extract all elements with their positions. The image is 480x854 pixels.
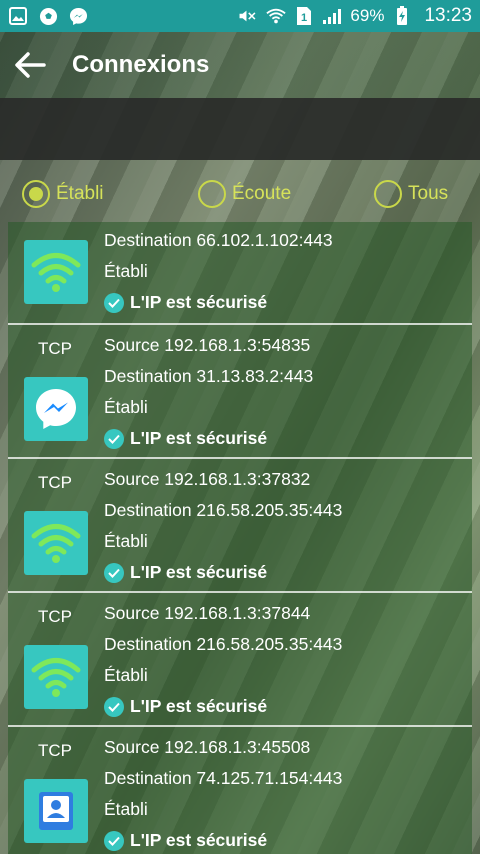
messenger-icon	[68, 6, 88, 26]
back-button[interactable]	[0, 32, 60, 98]
security-status: L'IP est sécurisé	[104, 825, 342, 854]
connection-list: Destination 66.102.1.102:443 Établi L'IP…	[8, 222, 472, 854]
security-status: L'IP est sécurisé	[104, 557, 342, 588]
filter-radio-group: Établi Écoute Tous	[0, 172, 480, 216]
check-icon	[104, 292, 124, 313]
protocol-label: TCP	[38, 339, 72, 358]
gallery-icon	[8, 6, 28, 26]
connection-item[interactable]: TCP Source 192.168.1.3:54835 Destination…	[8, 325, 472, 459]
radio-unselected-icon	[374, 180, 402, 208]
wifi-icon	[266, 6, 287, 26]
battery-icon	[392, 6, 412, 26]
state-text: Établi	[104, 665, 148, 685]
sim-icon: 1	[294, 6, 314, 26]
contacts-app-icon	[24, 779, 88, 843]
security-status: L'IP est sécurisé	[104, 287, 333, 318]
check-icon	[104, 562, 124, 583]
security-text: L'IP est sécurisé	[130, 428, 268, 448]
security-status: L'IP est sécurisé	[104, 691, 342, 722]
security-text: L'IP est sécurisé	[130, 562, 268, 582]
status-bar: 1 69% 13:23	[0, 0, 480, 32]
security-status: L'IP est sécurisé	[104, 423, 313, 454]
destination-text: Destination 216.58.205.35:443	[104, 634, 343, 654]
wifi-app-icon	[24, 240, 88, 304]
state-text: Établi	[104, 531, 148, 551]
state-text: Établi	[104, 799, 148, 819]
destination-text: Destination 66.102.1.102:443	[104, 230, 333, 250]
filter-etabli[interactable]: Établi	[22, 180, 104, 208]
connection-item[interactable]: TCP Source 192.168.1.3:37832 Destination…	[8, 459, 472, 593]
connection-item[interactable]: TCP Source 192.168.1.3:37844 Destination…	[8, 593, 472, 727]
destination-text: Destination 31.13.83.2:443	[104, 366, 314, 386]
filter-label: Écoute	[232, 183, 292, 204]
clock: 13:23	[424, 5, 472, 26]
destination-text: Destination 216.58.205.35:443	[104, 500, 343, 520]
filter-label: Établi	[56, 183, 104, 204]
wifi-app-icon	[24, 511, 88, 575]
protocol-label: TCP	[38, 607, 72, 626]
check-icon	[104, 428, 124, 449]
security-text: L'IP est sécurisé	[130, 696, 268, 716]
security-text: L'IP est sécurisé	[130, 292, 268, 312]
battery-percent: 69%	[350, 6, 385, 25]
wifi-app-icon	[24, 645, 88, 709]
source-text: Source 192.168.1.3:45508	[104, 737, 311, 757]
svg-text:1: 1	[301, 12, 307, 24]
arrow-back-icon	[15, 52, 46, 78]
radio-selected-icon	[22, 180, 50, 208]
filter-ecoute[interactable]: Écoute	[198, 180, 291, 208]
source-text: Source 192.168.1.3:37844	[104, 603, 311, 623]
page-title: Connexions	[72, 51, 210, 78]
check-icon	[104, 696, 124, 717]
source-text: Source 192.168.1.3:37832	[104, 469, 311, 489]
banner-area	[0, 98, 480, 160]
signal-icon	[322, 6, 342, 26]
radio-unselected-icon	[198, 180, 226, 208]
filter-label: Tous	[408, 183, 449, 204]
security-text: L'IP est sécurisé	[130, 830, 268, 850]
protocol-label: TCP	[38, 473, 72, 492]
connection-item[interactable]: Destination 66.102.1.102:443 Établi L'IP…	[8, 222, 472, 325]
connection-item[interactable]: TCP Source 192.168.1.3:45508 Destination…	[8, 727, 472, 854]
app-bar: Connexions	[0, 32, 480, 98]
protocol-label: TCP	[38, 741, 72, 760]
destination-text: Destination 74.125.71.154:443	[104, 768, 343, 788]
filter-tous[interactable]: Tous	[374, 180, 448, 208]
state-text: Établi	[104, 397, 148, 417]
messenger-app-icon	[24, 377, 88, 441]
state-text: Établi	[104, 261, 148, 281]
soccer-icon	[38, 6, 58, 26]
source-text: Source 192.168.1.3:54835	[104, 335, 311, 355]
mute-icon	[238, 6, 258, 26]
check-icon	[104, 830, 124, 851]
